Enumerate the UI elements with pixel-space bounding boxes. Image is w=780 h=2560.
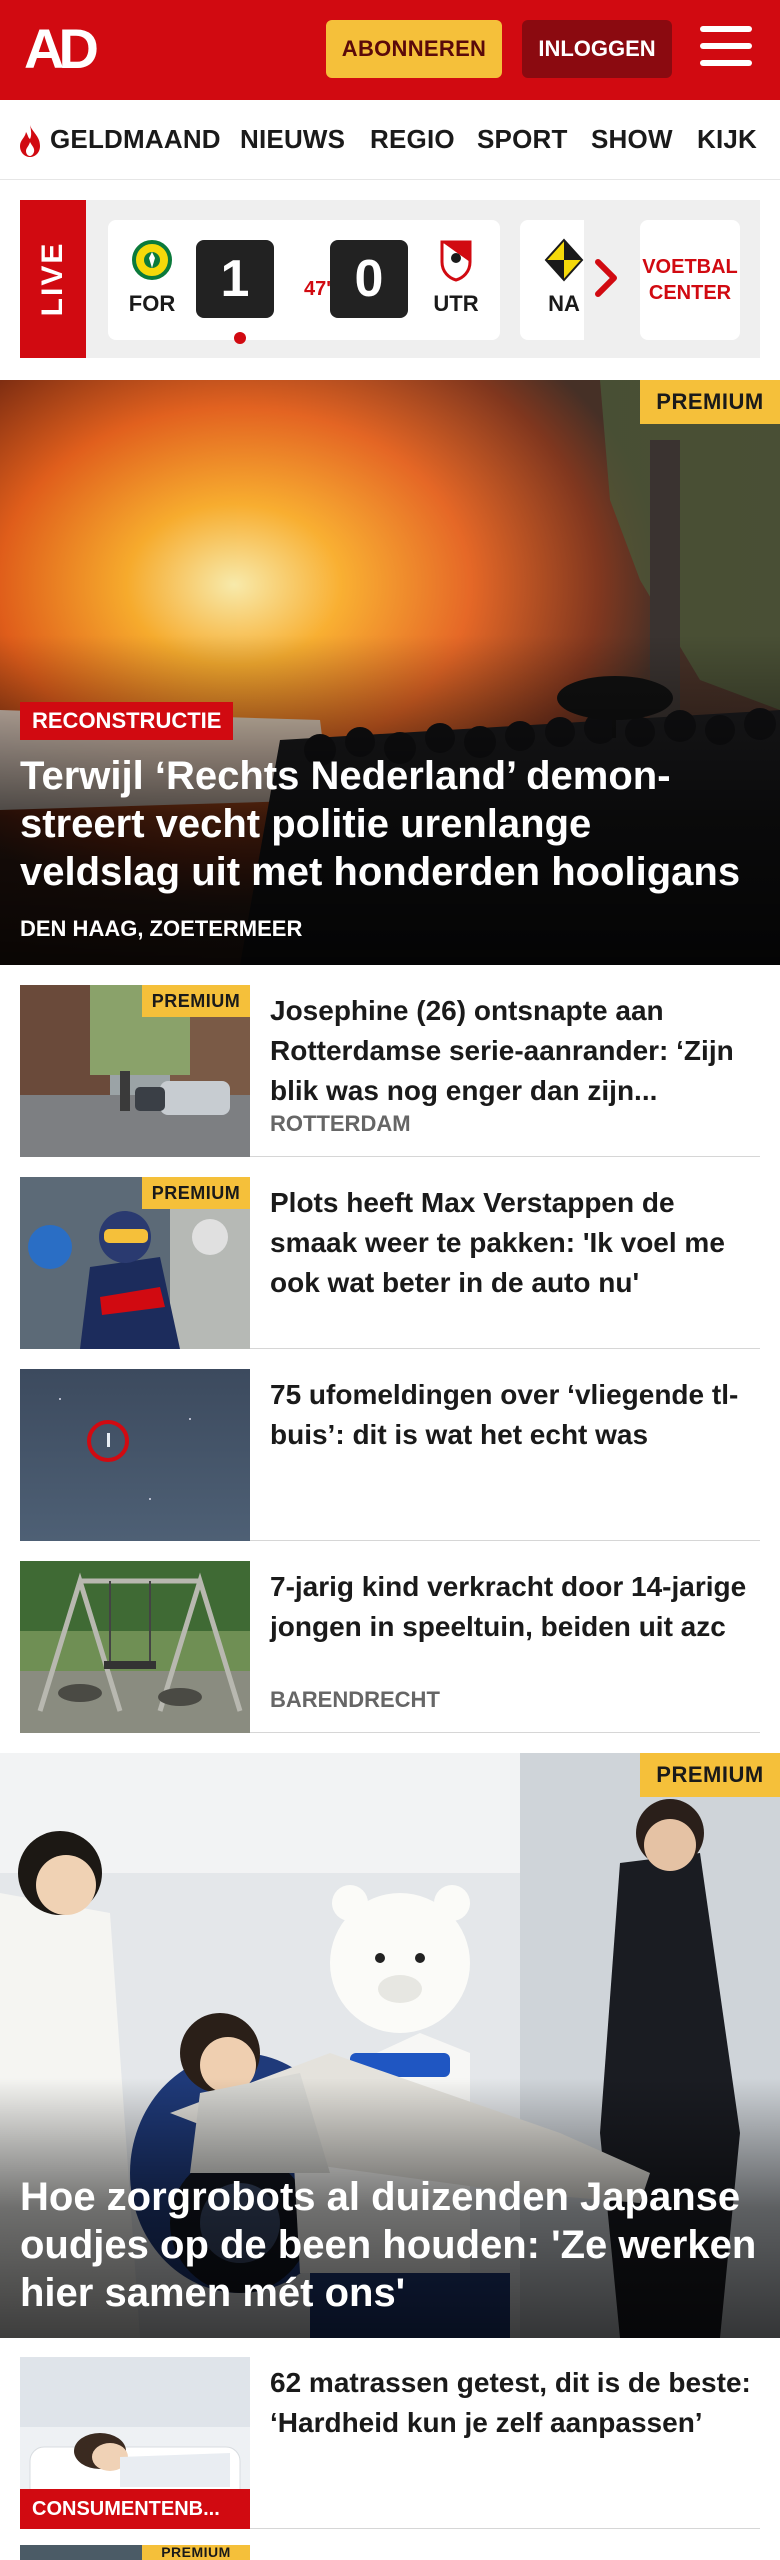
home-club: FOR — [122, 238, 182, 317]
category-label: CONSUMENTENB... — [20, 2489, 250, 2529]
nav-item-geldmaand[interactable]: GELDMAAND — [50, 124, 221, 155]
away-club: UTR — [426, 238, 486, 317]
hero-article[interactable]: PREMIUM RECONSTRUCTIE Terwijl ‘Rechts Ne… — [0, 380, 780, 965]
article-title[interactable]: 75 ufomeldingen over ‘vliegende tl-buis’… — [270, 1375, 760, 1455]
article-title[interactable]: 62 matrassen getest, dit is de beste: ‘H… — [270, 2363, 760, 2443]
premium-badge: PREMIUM — [142, 2545, 250, 2560]
chevron-right-icon[interactable] — [592, 258, 620, 298]
next-home-club: NA — [534, 238, 584, 317]
article-location: BARENDRECHT — [270, 1687, 440, 1712]
nav-item-sport[interactable]: SPORT — [477, 124, 568, 155]
flame-icon — [20, 125, 40, 157]
night-sky-ufo-image — [20, 1369, 250, 1541]
fc-utrecht-crest-icon — [440, 240, 472, 282]
fortuna-crest-icon — [132, 240, 172, 280]
playground-swing-image — [20, 1561, 250, 1733]
match-minute: 47' — [304, 278, 332, 300]
article-location: ROTTERDAM — [270, 1111, 411, 1136]
live-scores-strip: LIVE FOR 1 47' 0 UTR NA VOETBAL CENTER — [20, 200, 760, 358]
article-title[interactable]: Plots heeft Max Verstappen de smaak weer… — [270, 1183, 760, 1303]
voetbal-center-link[interactable]: VOETBAL CENTER — [640, 220, 740, 340]
ad-logo[interactable]: AD — [24, 18, 116, 80]
article-thumbnail — [20, 1369, 250, 1541]
nac-crest-icon — [544, 238, 584, 282]
article-thumbnail: CONSUMENTENB... — [20, 2357, 250, 2529]
nav-item-nieuws[interactable]: NIEUWS — [240, 124, 345, 155]
premium-badge: PREMIUM — [640, 380, 780, 424]
article-title[interactable]: Josephine (26) ontsnapte aan Rotterdamse… — [270, 991, 760, 1111]
live-indicator-dot — [234, 332, 246, 344]
article-thumbnail: PREMIUM — [20, 985, 250, 1157]
away-score: 0 — [330, 240, 408, 318]
article-title[interactable]: 7-jarig kind verkracht door 14-jarige jo… — [270, 1567, 760, 1647]
hero-article-2[interactable]: PREMIUM Hoe zorgrobots al duizenden Japa… — [0, 1753, 780, 2338]
subscribe-button[interactable]: ABONNEREN — [326, 20, 502, 78]
list-item[interactable]: 7-jarig kind verkracht door 14-jarige jo… — [20, 1543, 760, 1733]
home-score: 1 — [196, 240, 274, 318]
premium-badge: PREMIUM — [640, 1753, 780, 1797]
menu-icon[interactable] — [700, 26, 752, 72]
nav-item-kijk[interactable]: KIJK — [697, 124, 757, 155]
hero2-title[interactable]: Hoe zorgrobots al duizenden Japanse oudj… — [20, 2173, 760, 2317]
nav-item-regio[interactable]: REGIO — [370, 124, 455, 155]
section-nav: GELDMAAND NIEUWS REGIO SPORT SHOW KIJK — [0, 100, 780, 180]
article-thumbnail: PREMIUM — [20, 1177, 250, 1349]
list-item[interactable]: PREMIUM Plots heeft Max Verstappen de sm… — [20, 1159, 760, 1349]
list-item[interactable]: CONSUMENTENB... 62 matrassen getest, dit… — [20, 2339, 760, 2529]
premium-badge: PREMIUM — [142, 985, 250, 1017]
login-button[interactable]: INLOGGEN — [522, 20, 672, 78]
article-thumbnail-peek: PREMIUM — [20, 2545, 250, 2560]
away-club-abbr: UTR — [433, 291, 479, 316]
home-club-abbr: FOR — [128, 291, 176, 316]
next-match-card[interactable]: NA — [520, 220, 584, 340]
premium-badge: PREMIUM — [142, 1177, 250, 1209]
hero-title[interactable]: Terwijl ‘Rechts Nederland’ demon­streert… — [20, 752, 760, 896]
list-item[interactable]: PREMIUM Josephine (26) ontsnapte aan Rot… — [20, 967, 760, 1157]
live-tag: LIVE — [20, 200, 86, 358]
hero-location: DEN HAAG, ZOETERMEER — [20, 916, 303, 941]
top-bar: AD ABONNEREN INLOGGEN — [0, 0, 780, 100]
match-card[interactable]: FOR 1 47' 0 UTR — [108, 220, 500, 344]
next-home-abbr: NA — [548, 291, 580, 316]
article-thumbnail — [20, 1561, 250, 1733]
hero-category-label: RECONSTRUCTIE — [20, 702, 234, 740]
nav-item-show[interactable]: SHOW — [591, 124, 673, 155]
list-item[interactable]: 75 ufomeldingen over ‘vliegende tl-buis’… — [20, 1351, 760, 1541]
